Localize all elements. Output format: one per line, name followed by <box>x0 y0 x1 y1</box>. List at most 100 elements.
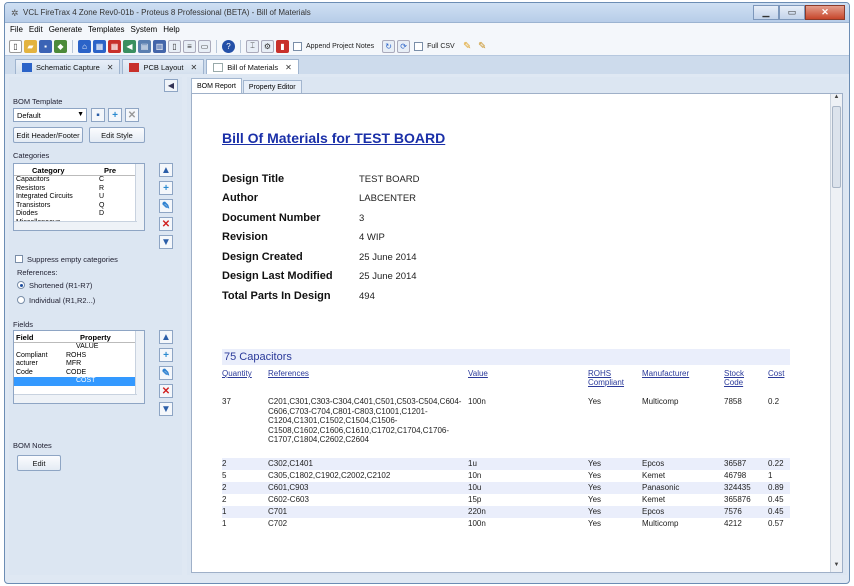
close-tab-icon[interactable]: ✕ <box>285 63 292 72</box>
manufacturer-column-header[interactable]: Manufacturer <box>642 369 689 378</box>
add-field-icon[interactable]: + <box>159 348 173 362</box>
list-item-selected[interactable]: COST <box>14 377 144 386</box>
fields-scrollbar[interactable] <box>135 331 144 403</box>
design-explorer-icon[interactable]: ▤ <box>138 39 151 53</box>
help-icon[interactable]: ? <box>222 39 235 53</box>
document-tabs: Schematic Capture ✕ PCB Layout ✕ Bill of… <box>5 55 849 74</box>
field-column-header[interactable]: Field <box>14 331 62 342</box>
move-up-icon[interactable]: ▲ <box>159 330 173 344</box>
tab-bill-of-materials[interactable]: Bill of Materials ✕ <box>206 59 299 74</box>
tab-bom-report[interactable]: BOM Report <box>191 78 242 93</box>
list-item[interactable]: Compliant ROHS <box>14 352 144 361</box>
add-template-icon[interactable]: + <box>108 108 122 122</box>
ref-shortened-radio[interactable] <box>17 281 25 289</box>
move-down-icon[interactable]: ▼ <box>159 402 173 416</box>
menu-generate[interactable]: Generate <box>48 23 87 37</box>
value-column-header[interactable]: Value <box>468 369 488 378</box>
new-file-icon[interactable]: ▯ <box>9 39 22 53</box>
pcb-icon[interactable]: ▦ <box>108 39 121 53</box>
table-row: 2 C602-C603 15p Yes Kemet 365876 0.45 <box>222 495 784 504</box>
close-button[interactable]: ✕ <box>805 5 845 20</box>
import-icon[interactable]: ◆ <box>54 39 67 53</box>
maximize-button[interactable]: ▭ <box>779 5 805 20</box>
delete-field-icon[interactable]: ✕ <box>159 384 173 398</box>
list-icon[interactable]: ≡ <box>183 39 196 53</box>
category-heading: 75 Capacitors <box>222 349 790 365</box>
scrollbar-thumb[interactable] <box>832 106 841 188</box>
list-item[interactable]: Transistors Q <box>14 202 144 211</box>
cost-column-header[interactable]: Cost <box>768 369 784 378</box>
fields-hscrollbar[interactable] <box>14 394 137 403</box>
copy-icon[interactable]: ▭ <box>198 39 211 53</box>
info-row: Design Created 25 June 2014 <box>222 251 417 263</box>
table-row: 2 C302,C1401 1u Yes Epcos 36587 0.22 <box>222 458 790 470</box>
stock-code-column-header[interactable]: Stock Code <box>724 369 754 387</box>
tab-pcb-layout[interactable]: PCB Layout ✕ <box>122 59 205 74</box>
layout-icon[interactable]: ⌶ <box>246 39 259 53</box>
close-tab-icon[interactable]: ✕ <box>107 63 114 72</box>
move-up-icon[interactable]: ▲ <box>159 163 173 177</box>
menu-help[interactable]: Help <box>162 23 184 37</box>
open-folder-icon[interactable]: ▰ <box>24 39 37 53</box>
list-item[interactable]: acturer MFR <box>14 360 144 369</box>
categories-list[interactable]: Category Pre Capacitors C Resistors R Inte… <box>13 163 145 231</box>
report-title: Bill Of Materials for TEST BOARD <box>222 130 446 146</box>
close-tab-icon[interactable]: ✕ <box>191 63 198 72</box>
delete-category-icon[interactable]: ✕ <box>159 217 173 231</box>
edit-pencil-icon[interactable]: ✎ <box>461 40 474 53</box>
references-column-header[interactable]: References <box>268 369 309 378</box>
menu-file[interactable]: File <box>9 23 28 37</box>
prefix-column-header[interactable]: Pre <box>104 164 134 175</box>
report-scrollbar[interactable]: ▲ ▼ <box>830 94 842 572</box>
collapse-panel-button[interactable]: ◀ <box>164 79 178 92</box>
gerber-icon[interactable]: ◀ <box>123 39 136 53</box>
refresh-all-icon[interactable]: ⟳ <box>397 39 411 53</box>
scroll-up-icon[interactable]: ▲ <box>831 94 842 104</box>
export-icon[interactable]: ▮ <box>276 39 289 53</box>
full-csv-checkbox[interactable] <box>414 41 424 51</box>
delete-template-icon[interactable]: ✕ <box>125 108 139 122</box>
list-item[interactable]: Resistors R <box>14 185 144 194</box>
edit-style-button[interactable]: Edit Style <box>89 127 145 143</box>
list-item[interactable]: Integrated Circuits U <box>14 193 144 202</box>
append-project-notes-checkbox[interactable] <box>293 41 302 51</box>
info-row: Total Parts In Design 494 <box>222 290 375 302</box>
template-select[interactable]: Default ▼ <box>13 108 87 122</box>
toolbar: ▯ ▰ ▪ ◆ ⌂ ▦ ▦ ◀ ▤ ▥ ▯ ≡ ▭ ? ⌶ ⚙ ▮ Append… <box>5 37 849 55</box>
home-icon[interactable]: ⌂ <box>78 39 91 53</box>
save-icon[interactable]: ▪ <box>39 39 52 53</box>
tab-property-editor[interactable]: Property Editor <box>242 80 302 93</box>
ref-individual-radio[interactable] <box>17 296 25 304</box>
tab-schematic-capture[interactable]: Schematic Capture ✕ <box>15 59 121 74</box>
property-column-header[interactable]: Property <box>62 331 132 342</box>
edit-notes-button[interactable]: Edit <box>17 455 61 471</box>
menu-edit[interactable]: Edit <box>28 23 48 37</box>
edit-header-footer-button[interactable]: Edit Header/Footer <box>13 127 83 143</box>
add-category-icon[interactable]: + <box>159 181 173 195</box>
list-item[interactable]: Diodes D <box>14 210 144 219</box>
list-item[interactable]: Capacitors C <box>14 176 144 185</box>
page-icon[interactable]: ▯ <box>168 39 181 53</box>
magic-wand-icon[interactable]: ✎ <box>476 40 489 53</box>
quantity-column-header[interactable]: Quantity <box>222 369 252 378</box>
edit-field-icon[interactable]: ✎ <box>159 366 173 380</box>
bom-icon[interactable]: ▥ <box>153 39 166 53</box>
pcb-icon <box>129 62 140 72</box>
move-down-icon[interactable]: ▼ <box>159 235 173 249</box>
minimize-button[interactable]: ▁ <box>753 5 779 20</box>
list-item[interactable]: Code CODE <box>14 369 144 378</box>
suppress-empty-checkbox[interactable] <box>15 255 23 263</box>
category-column-header[interactable]: Category <box>14 164 104 175</box>
save-template-icon[interactable]: ▪ <box>91 108 105 122</box>
menu-templates[interactable]: Templates <box>87 23 129 37</box>
rohs-column-header[interactable]: ROHS Compliant <box>588 369 628 387</box>
fields-list[interactable]: Field Property VALUE Compliant ROHS actur… <box>13 330 145 404</box>
menu-system[interactable]: System <box>130 23 163 37</box>
settings-icon[interactable]: ⚙ <box>261 39 274 53</box>
scroll-down-icon[interactable]: ▼ <box>831 562 842 572</box>
list-item[interactable]: VALUE <box>14 343 144 352</box>
refresh-icon[interactable]: ↻ <box>382 39 396 53</box>
schematic-icon[interactable]: ▦ <box>93 39 106 53</box>
categories-hscrollbar[interactable] <box>14 221 137 230</box>
edit-category-icon[interactable]: ✎ <box>159 199 173 213</box>
